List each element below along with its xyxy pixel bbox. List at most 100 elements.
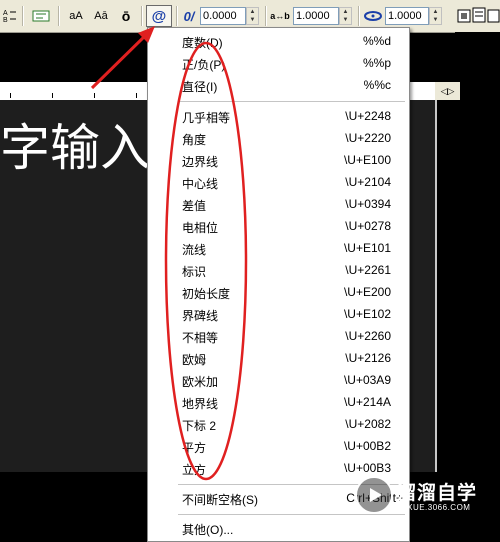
kerning-spinner[interactable]: 1.0000 ▲ ▼ xyxy=(293,7,352,25)
menu-item-code: \U+2126 xyxy=(345,351,391,365)
menu-item-center-line[interactable]: 中心线 \U+2104 xyxy=(148,171,409,193)
kerning-input[interactable]: 1.0000 xyxy=(293,7,339,25)
menu-item-label: 平方 xyxy=(182,441,207,455)
svg-text:B: B xyxy=(3,17,8,23)
menu-item-label: 立方 xyxy=(182,463,207,477)
menu-item-label: 几乎相等 xyxy=(182,111,231,125)
toolbar-separator xyxy=(22,6,24,26)
spinner-arrows-icon[interactable]: ▲ ▼ xyxy=(339,7,352,25)
ruler-tick xyxy=(94,93,95,98)
menu-item-label: 不间断空格(S) xyxy=(182,493,258,507)
menu-item-flow-line[interactable]: 流线 \U+E101 xyxy=(148,237,409,259)
spinner-arrows-icon[interactable]: ▲ ▼ xyxy=(429,7,442,25)
menu-item-code: %%c xyxy=(363,78,391,92)
menu-item-label: 差值 xyxy=(182,199,207,213)
watermark-title: 溜溜自学 xyxy=(397,483,478,504)
toolbar-separator xyxy=(176,6,178,26)
toolbar-separator xyxy=(141,6,143,26)
menu-item-code: \U+03A9 xyxy=(343,373,391,387)
oblique-angle-spinner[interactable]: 0.0000 ▲ ▼ xyxy=(200,7,259,25)
overline-button[interactable]: ō xyxy=(115,5,137,27)
menu-item-omega[interactable]: 欧米加 \U+03A9 xyxy=(148,369,409,391)
layout-icons[interactable] xyxy=(455,0,500,32)
menu-item-label: 下标 2 xyxy=(182,419,217,433)
oblique-button[interactable]: Aā xyxy=(90,5,112,27)
oblique-angle-icon: 0/ xyxy=(183,8,195,24)
menu-item-subscript-2[interactable]: 下标 2 \U+2082 xyxy=(148,413,409,435)
menu-item-ohm[interactable]: 欧姆 \U+2126 xyxy=(148,347,409,369)
menu-item-squared[interactable]: 平方 \U+00B2 xyxy=(148,435,409,457)
menu-item-label: 界碑线 xyxy=(182,309,219,323)
watermark-subtitle: ZIXUE.3066.COM xyxy=(399,503,471,512)
menu-item-label: 欧姆 xyxy=(182,353,207,367)
menu-item-label: 正/负(P) xyxy=(182,58,226,72)
ruler-tick xyxy=(52,93,53,98)
menu-item-label: 标识 xyxy=(182,265,207,279)
oblique-angle-input[interactable]: 0.0000 xyxy=(200,7,246,25)
menu-item-code: %%p xyxy=(362,56,391,70)
menu-item-almost-equal[interactable]: 几乎相等 \U+2248 xyxy=(148,105,409,127)
menu-item-label: 电相位 xyxy=(182,221,219,235)
menu-item-label: 直径(I) xyxy=(182,80,218,94)
menu-item-code: \U+00B3 xyxy=(343,461,391,475)
menu-item-label: 地界线 xyxy=(182,397,219,411)
watermark-logo-icon xyxy=(355,476,393,514)
menu-item-initial-length[interactable]: 初始长度 \U+E200 xyxy=(148,281,409,303)
menu-item-code: \U+214A xyxy=(343,395,391,409)
menu-item-label: 角度 xyxy=(182,133,207,147)
toolbar-separator xyxy=(358,6,360,26)
menu-item-electrical-phase[interactable]: 电相位 \U+0278 xyxy=(148,215,409,237)
menu-item-label: 其他(O)... xyxy=(182,523,234,537)
watermark: 溜溜自学 ZIXUE.3066.COM xyxy=(355,476,495,520)
menu-item-code: \U+0394 xyxy=(345,197,391,211)
menu-item-code: \U+00B2 xyxy=(343,439,391,453)
spinner-arrows-icon[interactable]: ▲ ▼ xyxy=(246,7,259,25)
menu-item-label: 度数(D) xyxy=(182,36,223,50)
symbol-button[interactable]: @ xyxy=(146,5,172,27)
field-insert-icon[interactable] xyxy=(30,5,52,27)
menu-item-monument-line[interactable]: 界碑线 \U+E102 xyxy=(148,303,409,325)
menu-item-code: \U+E101 xyxy=(343,241,391,255)
symbol-dropdown-menu: 度数(D) %%d 正/负(P) %%p 直径(I) %%c 几乎相等 \U+2… xyxy=(147,27,410,542)
ruler-tick xyxy=(10,93,11,98)
menu-item-code: \U+2220 xyxy=(345,131,391,145)
menu-item-code: \U+E200 xyxy=(343,285,391,299)
kerning-icon: a↔b xyxy=(270,11,290,21)
menu-item-property-line[interactable]: 地界线 \U+214A xyxy=(148,391,409,413)
menu-item-diameter[interactable]: 直径(I) %%c xyxy=(148,74,409,96)
width-factor-input[interactable]: 1.0000 xyxy=(385,7,429,25)
menu-item-code: \U+E100 xyxy=(343,153,391,167)
menu-item-label: 不相等 xyxy=(182,331,219,345)
menu-item-label: 流线 xyxy=(182,243,207,257)
menu-item-plus-minus[interactable]: 正/负(P) %%p xyxy=(148,52,409,74)
menu-item-label: 中心线 xyxy=(182,177,219,191)
width-factor-icon xyxy=(362,5,384,27)
menu-item-identity[interactable]: 标识 \U+2261 xyxy=(148,259,409,281)
menu-item-not-equal[interactable]: 不相等 \U+2260 xyxy=(148,325,409,347)
menu-item-code: \U+2261 xyxy=(345,263,391,277)
toolbar-separator xyxy=(265,6,267,26)
align-icon[interactable]: AB xyxy=(2,5,18,27)
menu-item-degree[interactable]: 度数(D) %%d xyxy=(148,30,409,52)
menu-item-code: \U+2248 xyxy=(345,109,391,123)
menu-item-code: \U+2104 xyxy=(345,175,391,189)
menu-item-code: \U+2082 xyxy=(345,417,391,431)
svg-text:A: A xyxy=(3,10,8,17)
ruler-scroll-arrows-icon[interactable]: ◁▷ xyxy=(435,82,460,100)
menu-item-code: \U+0278 xyxy=(345,219,391,233)
annotation-arrow-icon xyxy=(90,26,155,90)
width-factor-spinner[interactable]: 1.0000 ▲ ▼ xyxy=(385,7,442,25)
menu-item-delta[interactable]: 差值 \U+0394 xyxy=(148,193,409,215)
menu-item-label: 边界线 xyxy=(182,155,219,169)
editor-text-content[interactable]: 字输入 xyxy=(0,108,150,180)
toolbar-separator xyxy=(58,6,60,26)
tracking-button[interactable]: aA xyxy=(65,5,87,27)
menu-item-other[interactable]: 其他(O)... xyxy=(148,517,409,539)
menu-item-code: \U+2260 xyxy=(345,329,391,343)
menu-item-code: \U+E102 xyxy=(343,307,391,321)
menu-item-angle[interactable]: 角度 \U+2220 xyxy=(148,127,409,149)
menu-separator xyxy=(178,101,405,102)
menu-item-label: 欧米加 xyxy=(182,375,219,389)
menu-item-boundary-line[interactable]: 边界线 \U+E100 xyxy=(148,149,409,171)
menu-item-code: %%d xyxy=(362,34,391,48)
